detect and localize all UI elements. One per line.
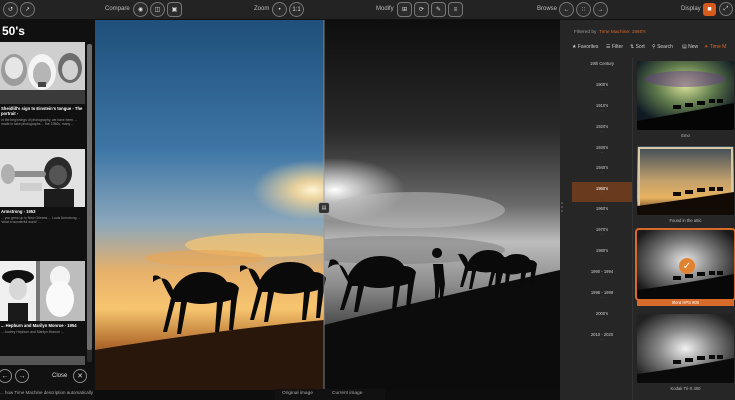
compare-label: Compare <box>105 6 130 12</box>
era-item[interactable]: 2010 - 2020... <box>572 332 632 341</box>
filter-status: Filtered by Time Machine: 1950's <box>574 30 646 35</box>
panel-footer: ← → Close ✕ ... how Time Machine descrip… <box>0 365 95 400</box>
browser-toolbar: ★ Favorites ☰ Filter ⇅ Sort ⚲ Search ▤ N… <box>572 42 735 54</box>
close-icon[interactable]: ✕ <box>73 369 87 383</box>
folder-icon: ▤ <box>682 44 687 50</box>
time-machine-icon: ☀ <box>704 44 709 50</box>
sort-icon: ⇅ <box>630 44 635 50</box>
preset-thumbnail[interactable]: Found in the attic <box>637 146 734 223</box>
previous-article-icon[interactable]: ← <box>0 369 12 383</box>
rotate-icon[interactable]: ⟳ <box>414 2 429 17</box>
display-mode-icon[interactable]: ■ <box>703 3 716 16</box>
browser-panel: Filtered by Time Machine: 1950's ★ Favor… <box>560 20 735 400</box>
tool-favorites[interactable]: ★ Favorites <box>572 44 598 50</box>
zoom-fit-icon[interactable]: • <box>272 2 287 17</box>
era-item[interactable]: 1930's... <box>572 145 632 154</box>
adjust-icon[interactable]: ≡ <box>448 2 463 17</box>
filter-value[interactable]: Time Machine: 1950's <box>599 30 646 35</box>
era-item[interactable]: 1910's... <box>572 103 632 112</box>
article-heading: Sheidlill's sign to Einstein's tongue - … <box>1 106 83 116</box>
preset-preview <box>637 146 734 215</box>
filter-icon: ☰ <box>606 44 611 50</box>
preset-thumbnail[interactable]: Kodak Tri-X 400 <box>637 314 734 391</box>
tool-sort[interactable]: ⇅ Sort <box>630 44 645 50</box>
close-button[interactable]: Close <box>52 373 67 379</box>
original-image-label: Original image <box>282 391 313 396</box>
article-heading: Armstrong - 1953 <box>1 209 36 214</box>
caption-bar: Original image Current image <box>275 389 385 400</box>
top-toolbar: ↺ ↗ Compare ◉ ◫ ▣ Zoom • 1:1 Modify ⊞ ⟳ … <box>0 0 735 20</box>
scrollbar-thumb[interactable] <box>87 44 92 350</box>
panel-title: 50's <box>2 24 25 38</box>
tool-time-machine[interactable]: ☀ Time M <box>704 44 726 50</box>
era-item[interactable]: 1960's... <box>572 206 632 215</box>
selected-check-icon: ✓ <box>679 258 695 274</box>
share-icon[interactable]: ↗ <box>20 2 35 17</box>
split-view-icon[interactable]: ◫ <box>150 2 165 17</box>
tool-search[interactable]: ⚲ Search <box>652 44 673 50</box>
browse-label: Browse <box>537 6 558 12</box>
side-by-side-icon[interactable]: ▣ <box>167 2 182 17</box>
next-icon[interactable]: → <box>593 2 608 17</box>
grid-icon[interactable]: ∷ <box>576 2 591 17</box>
preset-preview <box>637 314 734 383</box>
modify-label: Modify <box>376 6 394 12</box>
search-icon: ⚲ <box>652 44 656 50</box>
panel-scrollbar[interactable] <box>87 44 92 362</box>
era-item[interactable]: 1980's... <box>572 248 632 257</box>
article-text: In the beginnings of photography, we hav… <box>1 118 77 127</box>
preset-thumbnail-selected[interactable]: ✓ Ilford HPS 800 <box>635 228 735 306</box>
fullscreen-icon[interactable]: ⤢ <box>719 2 733 16</box>
panel-hint-text: ... how Time Machine description automat… <box>0 390 94 395</box>
era-list: 19th Century... 1900's... 1910's... 1920… <box>572 58 632 400</box>
preset-thumbnails: Emo Found in the attic ✓ Ilford HPS 800 … <box>635 58 735 400</box>
article-text: ... Audrey Hepburn and Marilyn Monroe ..… <box>1 330 64 334</box>
tool-new[interactable]: ▤ New <box>682 44 698 50</box>
era-item[interactable]: 1990 - 1994... <box>572 269 632 278</box>
crop-icon[interactable]: ⊞ <box>397 2 412 17</box>
panel-divider <box>632 58 633 400</box>
image-viewer[interactable]: ▤ <box>95 20 560 390</box>
article-heading: ... Hepburn and Marilyn Monroe - 1954 <box>1 323 77 328</box>
time-machine-panel: 50's Sheidlill's sign to Einstein's tong… <box>0 20 95 400</box>
preset-preview <box>637 61 734 130</box>
preset-name: Kodak Tri-X 400 <box>670 386 701 391</box>
article-photo-einstein <box>0 42 85 104</box>
previous-icon[interactable]: ← <box>559 2 574 17</box>
zoom-1-1-button[interactable]: 1:1 <box>289 2 304 17</box>
panel-resize-handle[interactable] <box>560 200 564 214</box>
current-image-label: Current image <box>332 391 363 396</box>
eye-icon[interactable]: ◉ <box>133 2 148 17</box>
era-item[interactable]: 2000's... <box>572 311 632 320</box>
article-text: ... you grew up in New Orleans ... Louis… <box>1 216 81 225</box>
era-item[interactable]: 1995 - 1999... <box>572 290 632 299</box>
era-item[interactable]: 1920's... <box>572 124 632 133</box>
era-item[interactable]: 1970's... <box>572 227 632 236</box>
edit-icon[interactable]: ✎ <box>431 2 446 17</box>
article-photo-hepburn-monroe <box>0 261 85 321</box>
era-item-active[interactable]: 1950's... <box>572 182 632 202</box>
preset-name: Ilford HPS 800 <box>637 299 734 306</box>
next-article-icon[interactable]: → <box>15 369 29 383</box>
preset-name: Found in the attic <box>669 218 702 223</box>
preset-preview: ✓ <box>635 228 735 301</box>
article-list: Sheidlill's sign to Einstein's tongue - … <box>0 42 85 367</box>
star-icon: ★ <box>572 44 577 50</box>
article-photo-armstrong <box>0 149 85 207</box>
preset-thumbnail[interactable]: Emo <box>637 61 734 138</box>
zoom-label: Zoom <box>254 6 270 12</box>
tool-filter[interactable]: ☰ Filter <box>606 44 623 50</box>
back-icon[interactable]: ↺ <box>3 2 18 17</box>
display-label: Display <box>681 6 701 12</box>
era-item[interactable]: 1900's... <box>572 82 632 91</box>
preset-name: Emo <box>681 133 690 138</box>
era-item[interactable]: 1940's... <box>572 165 632 174</box>
split-handle-icon[interactable]: ▤ <box>318 202 330 214</box>
era-item[interactable]: 19th Century... <box>572 61 632 70</box>
